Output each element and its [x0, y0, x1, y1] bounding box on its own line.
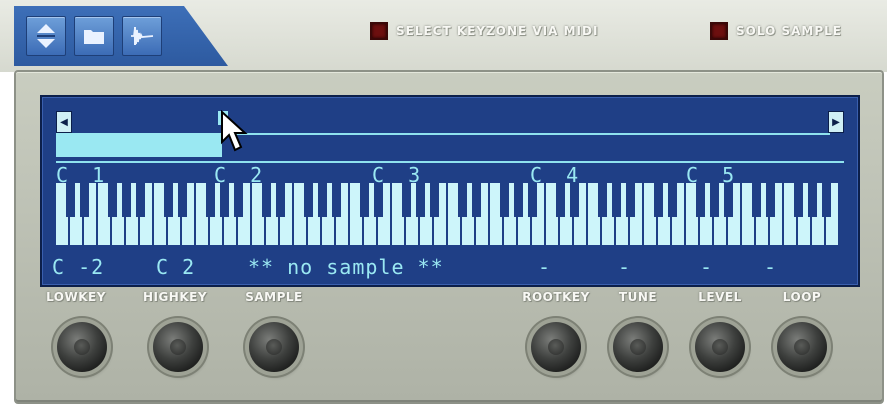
black-key[interactable] [611, 183, 621, 217]
folder-icon [84, 30, 104, 44]
black-key[interactable] [597, 183, 607, 217]
black-key[interactable] [219, 183, 229, 217]
black-key[interactable] [555, 183, 565, 217]
black-key[interactable] [709, 183, 719, 217]
waveform-icon [131, 27, 154, 45]
black-key[interactable] [331, 183, 341, 217]
loop-knob-label: LOOP [782, 290, 822, 304]
browse-sample-button[interactable] [74, 16, 114, 56]
black-key[interactable] [233, 183, 243, 217]
black-key[interactable] [667, 183, 677, 217]
loop-value: - [764, 255, 778, 279]
black-key[interactable] [177, 183, 187, 217]
black-key[interactable] [569, 183, 579, 217]
lowkey-value: C -2 [52, 255, 105, 279]
black-key[interactable] [625, 183, 635, 217]
black-key[interactable] [513, 183, 523, 217]
tune-knob-label: TUNE [618, 290, 658, 304]
arrow-right-icon: ▶ [832, 116, 840, 128]
level-value: - [700, 255, 714, 279]
rootkey-knob-label: ROOTKEY [522, 290, 590, 304]
black-key[interactable] [65, 183, 75, 217]
black-key[interactable] [527, 183, 537, 217]
black-key[interactable] [359, 183, 369, 217]
solo-sample-led[interactable] [710, 22, 728, 40]
lowkey-knob-label: LOWKEY [46, 290, 106, 304]
solo-sample-label: SOLO SAMPLE [736, 24, 842, 38]
rootkey-knob[interactable] [531, 322, 581, 372]
select-keyzone-via-midi-toggle[interactable]: SELECT KEYZONE VIA MIDI [370, 22, 598, 40]
highkey-knob[interactable] [153, 322, 203, 372]
mouse-pointer-icon [221, 110, 248, 152]
keyzone-range-bar[interactable] [56, 133, 222, 157]
black-key[interactable] [695, 183, 705, 217]
sample-name-value: ** no sample ** [248, 255, 444, 279]
edit-sample-button[interactable] [122, 16, 162, 56]
level-knob-label: LEVEL [698, 290, 742, 304]
black-key[interactable] [457, 183, 467, 217]
black-key[interactable] [499, 183, 509, 217]
black-key[interactable] [373, 183, 383, 217]
black-key[interactable] [163, 183, 173, 217]
rootkey-value: - [538, 255, 552, 279]
black-key[interactable] [429, 183, 439, 217]
level-knob[interactable] [695, 322, 745, 372]
black-key[interactable] [261, 183, 271, 217]
select-keyzone-label: SELECT KEYZONE VIA MIDI [396, 24, 599, 38]
black-key[interactable] [821, 183, 831, 217]
black-key[interactable] [723, 183, 733, 217]
highkey-value: C 2 [156, 255, 196, 279]
black-key[interactable] [79, 183, 89, 217]
black-key[interactable] [415, 183, 425, 217]
black-key[interactable] [401, 183, 411, 217]
black-key[interactable] [107, 183, 117, 217]
up-down-arrows-icon [37, 24, 55, 48]
scroll-left-arrow[interactable]: ◀ [56, 111, 72, 133]
lowkey-knob[interactable] [57, 322, 107, 372]
sample-knob[interactable] [249, 322, 299, 372]
black-key[interactable] [135, 183, 145, 217]
loop-knob[interactable] [777, 322, 827, 372]
black-key[interactable] [653, 183, 663, 217]
black-key[interactable] [793, 183, 803, 217]
tune-value: - [618, 255, 632, 279]
piano-keyboard[interactable] [56, 183, 840, 245]
scroll-right-arrow[interactable]: ▶ [828, 111, 844, 133]
black-key[interactable] [275, 183, 285, 217]
tune-knob[interactable] [613, 322, 663, 372]
black-key[interactable] [807, 183, 817, 217]
black-key[interactable] [471, 183, 481, 217]
black-key[interactable] [121, 183, 131, 217]
black-key[interactable] [317, 183, 327, 217]
black-key[interactable] [205, 183, 215, 217]
sample-nav-button[interactable] [26, 16, 66, 56]
black-key[interactable] [751, 183, 761, 217]
sample-knob-label: SAMPLE [245, 290, 303, 304]
black-key[interactable] [303, 183, 313, 217]
select-keyzone-led[interactable] [370, 22, 388, 40]
black-key[interactable] [765, 183, 775, 217]
arrow-left-icon: ◀ [60, 116, 68, 128]
solo-sample-toggle[interactable]: SOLO SAMPLE [710, 22, 842, 40]
highkey-knob-label: HIGHKEY [142, 290, 208, 304]
keyzone-display: ◀ ▶ C 1 C 2 C 3 C 4 C 5 C -2 C 2 ** no s… [40, 95, 860, 287]
